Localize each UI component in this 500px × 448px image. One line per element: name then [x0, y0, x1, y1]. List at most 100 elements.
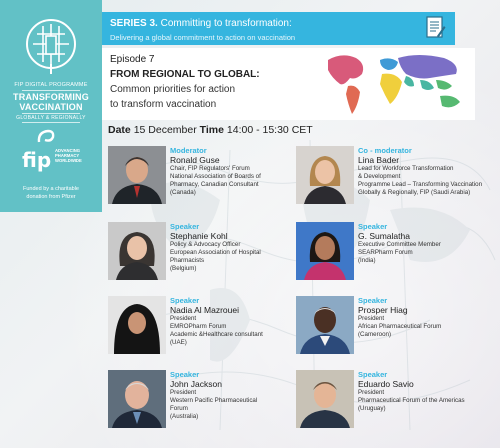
person-portrait-icon — [296, 370, 354, 428]
speaker-info: Speaker Prosper Hiag President African P… — [358, 296, 500, 339]
speaker-detail: Programme Lead – Transforming Vaccinatio… — [358, 181, 483, 188]
speaker-detail: (Cameroon) — [358, 331, 392, 338]
speaker-detail: & Development — [358, 173, 401, 180]
vaccination-emblem-icon — [26, 19, 76, 74]
speaker-photo — [296, 146, 354, 204]
person-portrait-icon — [108, 296, 166, 354]
speaker-photo — [296, 370, 354, 428]
speaker-name: Stephanie Kohl — [170, 231, 228, 241]
speaker-photo — [296, 296, 354, 354]
speaker-info: Speaker Stephanie Kohl Policy & Advocacy… — [170, 222, 316, 273]
person-portrait-icon — [108, 222, 166, 280]
speaker-detail: Executive Committee Member — [358, 241, 441, 248]
funding-line-1: Funded by a charitable — [23, 186, 79, 192]
speaker-role: Speaker — [170, 296, 200, 305]
speaker-detail: European Association of Hospital — [170, 249, 261, 256]
speaker-detail: Pharmacy, Canadian Consultant — [170, 181, 259, 188]
speaker-detail: Western Pacific Pharmaceutical — [170, 397, 258, 404]
speaker-card: Speaker Eduardo Savio President Pharmace… — [296, 370, 496, 440]
series-label: SERIES 3. — [110, 18, 158, 29]
speaker-detail: President — [358, 389, 385, 396]
speaker-role: Speaker — [358, 296, 388, 305]
speaker-name: Nadia Al Mazrouei — [170, 305, 239, 315]
event-time: 14:00 - 15:30 CET — [226, 124, 313, 136]
speaker-detail: (Australia) — [170, 413, 199, 420]
speaker-detail: (Canada) — [170, 189, 196, 196]
speaker-name: Ronald Guse — [170, 155, 220, 165]
speaker-role: Co - moderator — [358, 146, 412, 155]
speaker-info: Speaker John Jackson President Western P… — [170, 370, 316, 421]
fip-tagline: ADVANCING PHARMACY WORLDWIDE — [55, 148, 82, 163]
speaker-name: Eduardo Savio — [358, 379, 414, 389]
speaker-info: Moderator Ronald Guse Chair, FIP Regulat… — [170, 146, 316, 197]
funding-line-2: donation from Pfizer — [26, 194, 76, 200]
speaker-detail: Lead for Workforce Transformation — [358, 165, 454, 172]
speaker-name: G. Sumalatha — [358, 231, 410, 241]
series-name: Committing to transformation: — [160, 18, 292, 29]
speaker-detail: President — [170, 315, 197, 322]
document-icon — [426, 16, 446, 38]
fip-swirl-icon — [37, 129, 55, 143]
speaker-detail: President — [358, 315, 385, 322]
funding-note: Funded by a charitable donation from Pfi… — [0, 185, 102, 201]
speaker-role: Speaker — [170, 370, 200, 379]
speaker-card: Speaker G. Sumalatha Executive Committee… — [296, 222, 496, 292]
speaker-role: Speaker — [170, 222, 200, 231]
speaker-info: Speaker Eduardo Savio President Pharmace… — [358, 370, 500, 413]
programme-title-line1: TRANSFORMING — [13, 92, 89, 102]
divider — [22, 90, 80, 91]
episode-card: Episode 7 FROM REGIONAL TO GLOBAL: Commo… — [102, 48, 475, 120]
speaker-info: Speaker G. Sumalatha Executive Committee… — [358, 222, 500, 265]
person-portrait-icon — [296, 296, 354, 354]
speaker-card: Moderator Ronald Guse Chair, FIP Regulat… — [108, 146, 308, 216]
speaker-detail: National Association of Boards of — [170, 173, 261, 180]
speaker-info: Speaker Nadia Al Mazrouei President EMRO… — [170, 296, 316, 347]
speaker-name: John Jackson — [170, 379, 222, 389]
person-portrait-icon — [108, 146, 166, 204]
speaker-photo — [108, 296, 166, 354]
event-datetime: Date 15 December Time 14:00 - 15:30 CET — [108, 124, 313, 136]
programme-label: FIP DIGITAL PROGRAMME — [14, 82, 88, 88]
date-label: Date — [108, 124, 131, 136]
speaker-card: Speaker Stephanie Kohl Policy & Advocacy… — [108, 222, 308, 292]
speaker-detail: African Pharmaceutical Forum — [358, 323, 442, 330]
speaker-role: Moderator — [170, 146, 207, 155]
series-subtitle: Delivering a global commitment to action… — [110, 33, 296, 42]
series-title: SERIES 3. Committing to transformation: — [110, 18, 292, 29]
speaker-role: Speaker — [358, 370, 388, 379]
speaker-card: Co - moderator Lina Bader Lead for Workf… — [296, 146, 496, 216]
episode-number: Episode 7 — [110, 54, 155, 65]
speaker-detail: (Belgium) — [170, 265, 197, 272]
speaker-detail: Pharmacists — [170, 257, 205, 264]
programme-tagline: GLOBALLY & REGIONALLY — [16, 115, 86, 121]
speaker-photo — [108, 370, 166, 428]
speaker-detail: Policy & Advocacy Officer — [170, 241, 241, 248]
speaker-photo — [296, 222, 354, 280]
person-portrait-icon — [296, 222, 354, 280]
person-portrait-icon — [296, 146, 354, 204]
speaker-detail: Forum — [170, 405, 188, 412]
time-label: Time — [199, 124, 224, 136]
episode-subtitle-line2: to transform vaccination — [110, 99, 217, 110]
program-banner: FIP DIGITAL PROGRAMME TRANSFORMING VACCI… — [0, 0, 102, 212]
speaker-detail: (UAE) — [170, 339, 187, 346]
speaker-detail: Academic &Healthcare consultant — [170, 331, 263, 338]
programme-title-line2: VACCINATION — [19, 102, 83, 112]
speaker-detail: (India) — [358, 257, 376, 264]
speaker-detail: Globally & Regionally, FIP (Saudi Arabia… — [358, 189, 471, 196]
series-banner: SERIES 3. Committing to transformation: … — [102, 12, 455, 45]
event-date: 15 December — [133, 124, 197, 136]
speaker-info: Co - moderator Lina Bader Lead for Workf… — [358, 146, 498, 197]
speaker-role: Speaker — [358, 222, 388, 231]
episode-subtitle-line1: Common priorities for action — [110, 84, 236, 95]
episode-title: FROM REGIONAL TO GLOBAL: — [110, 69, 260, 80]
speaker-name: Prosper Hiag — [358, 305, 408, 315]
speaker-detail: SEARPharm Forum — [358, 249, 413, 256]
person-portrait-icon — [108, 370, 166, 428]
speaker-photo — [108, 222, 166, 280]
divider — [22, 122, 80, 123]
world-map-illustration — [328, 55, 460, 114]
speaker-card: Speaker John Jackson President Western P… — [108, 370, 308, 440]
speaker-photo — [108, 146, 166, 204]
speaker-detail: Chair, FIP Regulators' Forum — [170, 165, 250, 172]
